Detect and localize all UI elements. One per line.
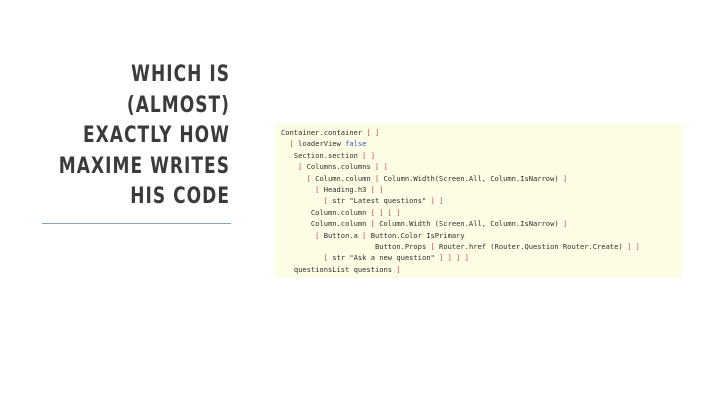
code-line: [ Heading.h3 [ ]	[281, 184, 682, 195]
title-line: MAXIME WRITES	[58, 153, 230, 179]
code-token: loaderView	[298, 139, 346, 149]
code-line: [ Columns.columns [ ]	[281, 161, 682, 172]
code-token: Column.column	[315, 173, 375, 183]
code-token: [	[374, 173, 384, 183]
code-line: [ str "Latest questions" ] ]	[281, 195, 682, 206]
code-token: ] ]	[430, 196, 444, 206]
code-token: ] ] ] ]	[439, 253, 469, 263]
code-token: [	[315, 184, 324, 194]
code-token: [	[306, 173, 316, 183]
code-line: [ str "Ask a new question" ] ] ] ]	[281, 252, 682, 263]
code-token: ] ]	[626, 241, 640, 251]
code-token: [ ] [ ]	[370, 207, 401, 217]
code-token: [ ]	[366, 128, 380, 137]
title-line: HIS CODE	[130, 184, 230, 209]
code-line: Column.column [ Column.Width (Screen.All…	[281, 218, 682, 229]
slide-title: WHICH IS (ALMOST) EXACTLY HOW MAXIME WRI…	[41, 60, 230, 213]
code-token: [	[362, 230, 371, 240]
code-token: Button.Color IsPrimary	[370, 230, 465, 240]
code-token: [	[289, 139, 299, 149]
code-token: [	[430, 241, 440, 251]
code-line: Column.column [ ] [ ]	[281, 207, 682, 218]
code-token: Router.href (Router.Question Router.Crea…	[439, 241, 627, 251]
code-token: [	[370, 219, 380, 229]
code-token: str "Ask a new question"	[332, 253, 440, 263]
title-line: EXACTLY HOW	[82, 123, 230, 148]
code-token: ]	[562, 219, 568, 229]
code-token: [ ]	[362, 150, 375, 160]
title-line: (ALMOST)	[126, 92, 230, 118]
code-line: Container.container [ ]	[281, 127, 682, 138]
code-token: Column.column	[310, 219, 371, 229]
code-token: Button.Props	[374, 241, 431, 251]
title-divider	[42, 223, 231, 224]
code-line: [ Button.a [ Button.Color IsPrimary	[281, 230, 682, 241]
code-token: Section.section	[293, 150, 363, 160]
code-token: [ ]	[370, 184, 384, 194]
code-token: [	[298, 162, 307, 172]
code-token: Column.Width (Screen.All, Column.IsNarro…	[379, 219, 563, 229]
code-token: Container.container	[281, 128, 367, 137]
code-screenshot: Container.container [ ] [ loaderView fal…	[275, 124, 682, 278]
code-token: [	[315, 230, 324, 240]
code-line: [ Column.column [ Column.Width(Screen.Al…	[281, 173, 682, 184]
code-line: Button.Props [ Router.href (Router.Quest…	[281, 241, 682, 252]
code-token: false	[345, 139, 367, 149]
code-token: Column.column	[310, 207, 371, 217]
code-token: Columns.columns	[306, 162, 375, 172]
code-token: [	[323, 253, 333, 263]
code-line: questionsList questions ]	[281, 264, 682, 275]
title-line: WHICH IS	[131, 62, 230, 87]
code-token: Heading.h3	[323, 184, 371, 194]
code-token: Column.Width(Screen.All, Column.IsNarrow…	[383, 173, 563, 183]
code-token: ]	[396, 264, 401, 274]
code-token: [ ]	[374, 162, 388, 172]
code-token: ]	[562, 173, 568, 183]
code-line: Section.section [ ]	[281, 150, 682, 161]
slide: WHICH IS (ALMOST) EXACTLY HOW MAXIME WRI…	[0, 0, 720, 405]
code-token: questionsList questions	[293, 264, 397, 274]
code-token: str "Latest questions"	[332, 196, 431, 206]
code-token: [	[323, 196, 333, 206]
code-line: [ loaderView false	[281, 138, 682, 149]
code-token: Button.a	[323, 230, 363, 240]
